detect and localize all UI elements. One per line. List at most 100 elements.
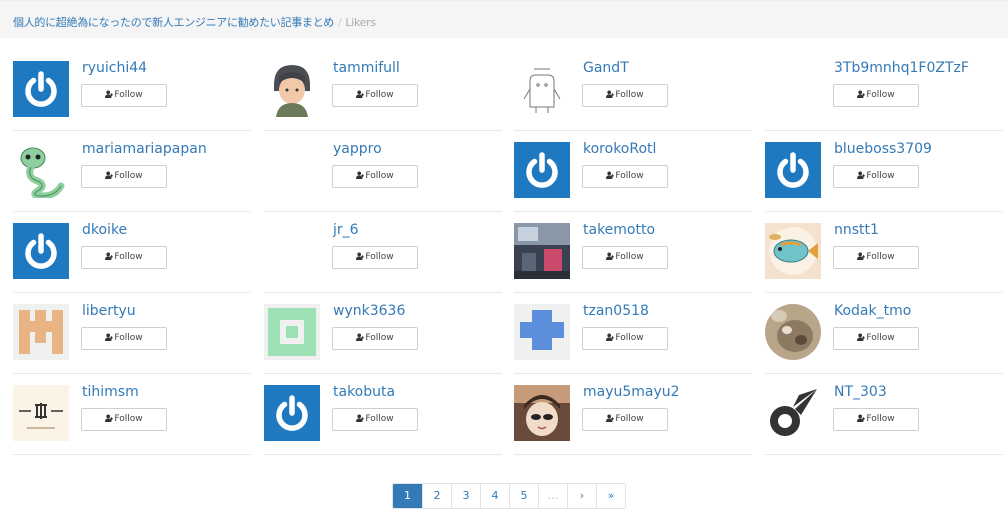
user-avatar[interactable] — [264, 304, 320, 360]
liker-card: mariamariapapan Follow — [13, 131, 251, 212]
liker-card: wynk3636 Follow — [264, 293, 502, 374]
row-divider — [514, 454, 752, 455]
liker-card: 3Tb9mnhq1F0ZTzF Follow — [765, 50, 1003, 131]
follow-button[interactable]: Follow — [833, 84, 919, 107]
page-2-button[interactable]: 2 — [422, 484, 451, 508]
follow-button[interactable]: Follow — [582, 165, 668, 188]
follow-button[interactable]: Follow — [81, 327, 167, 350]
username-link[interactable]: libertyu — [82, 303, 136, 320]
follow-button[interactable]: Follow — [81, 165, 167, 188]
liker-card: Kodak_tmo Follow — [765, 293, 1003, 374]
username-link[interactable]: tzan0518 — [583, 303, 649, 320]
user-avatar[interactable] — [514, 223, 570, 279]
user-avatar[interactable] — [765, 304, 821, 360]
username-link[interactable]: mariamariapapan — [82, 141, 207, 158]
user-avatar[interactable] — [264, 61, 320, 117]
liker-card: tzan0518 Follow — [514, 293, 752, 374]
username-link[interactable]: NT_303 — [834, 384, 887, 401]
follow-button[interactable]: Follow — [833, 327, 919, 350]
follow-button[interactable]: Follow — [81, 84, 167, 107]
username-link[interactable]: Kodak_tmo — [834, 303, 911, 320]
liker-card: nnstt1 Follow — [765, 212, 1003, 293]
follow-label: Follow — [615, 414, 644, 424]
follow-label: Follow — [365, 171, 394, 181]
follow-button[interactable]: Follow — [833, 408, 919, 431]
follow-label: Follow — [114, 171, 143, 181]
likers-row: tihimsm Follow takobuta Follow mayu5mayu2 Fol… — [0, 374, 1008, 455]
user-avatar[interactable] — [514, 385, 570, 441]
user-avatar[interactable] — [765, 61, 821, 117]
liker-card: tammifull Follow — [264, 50, 502, 131]
row-divider — [264, 454, 502, 455]
follow-button[interactable]: Follow — [81, 408, 167, 431]
page-5-button[interactable]: 5 — [509, 484, 538, 508]
liker-card: tihimsm Follow — [13, 374, 251, 455]
user-avatar[interactable] — [13, 223, 69, 279]
user-avatar[interactable] — [13, 385, 69, 441]
username-link[interactable]: blueboss3709 — [834, 141, 932, 158]
username-link[interactable]: ryuichi44 — [82, 60, 147, 77]
follow-button[interactable]: Follow — [833, 246, 919, 269]
user-avatar[interactable] — [13, 142, 69, 198]
likers-row: dkoike Follow jr_6 Follow takemotto Follow nns… — [0, 212, 1008, 293]
likers-row: libertyu Follow wynk3636 Follow tzan0518 Foll… — [0, 293, 1008, 374]
username-link[interactable]: dkoike — [82, 222, 127, 239]
user-avatar[interactable] — [514, 304, 570, 360]
user-avatar[interactable] — [765, 223, 821, 279]
page-1-button[interactable]: 1 — [393, 484, 422, 508]
row-divider — [13, 454, 251, 455]
user-avatar[interactable] — [13, 304, 69, 360]
follow-label: Follow — [866, 333, 895, 343]
user-avatar[interactable] — [264, 142, 320, 198]
page-3-button[interactable]: 3 — [451, 484, 480, 508]
username-link[interactable]: 3Tb9mnhq1F0ZTzF — [834, 60, 969, 77]
user-avatar[interactable] — [514, 142, 570, 198]
follow-label: Follow — [365, 414, 394, 424]
username-link[interactable]: mayu5mayu2 — [583, 384, 680, 401]
follow-label: Follow — [114, 252, 143, 262]
liker-card: libertyu Follow — [13, 293, 251, 374]
likers-grid: ryuichi44 Follow tammifull Follow GandT Follo… — [0, 50, 1008, 455]
liker-card: korokoRotl Follow — [514, 131, 752, 212]
follow-button[interactable]: Follow — [81, 246, 167, 269]
liker-card: dkoike Follow — [13, 212, 251, 293]
username-link[interactable]: tammifull — [333, 60, 400, 77]
username-link[interactable]: takobuta — [333, 384, 395, 401]
liker-card: blueboss3709 Follow — [765, 131, 1003, 212]
username-link[interactable]: GandT — [583, 60, 629, 77]
follow-button[interactable]: Follow — [582, 408, 668, 431]
user-avatar[interactable] — [264, 385, 320, 441]
follow-button[interactable]: Follow — [332, 246, 418, 269]
user-avatar[interactable] — [765, 385, 821, 441]
follow-button[interactable]: Follow — [332, 408, 418, 431]
username-link[interactable]: takemotto — [583, 222, 655, 239]
follow-label: Follow — [615, 90, 644, 100]
user-avatar[interactable] — [514, 61, 570, 117]
breadcrumb-article-link[interactable]: 個人的に超絶為になったので新人エンジニアに勧めたい記事まとめ — [13, 16, 334, 29]
username-link[interactable]: nnstt1 — [834, 222, 879, 239]
liker-card: GandT Follow — [514, 50, 752, 131]
username-link[interactable]: jr_6 — [333, 222, 359, 239]
follow-button[interactable]: Follow — [833, 165, 919, 188]
user-avatar[interactable] — [264, 223, 320, 279]
username-link[interactable]: tihimsm — [82, 384, 139, 401]
follow-label: Follow — [365, 252, 394, 262]
likers-row: mariamariapapan Follow yappro Follow korokoR… — [0, 131, 1008, 212]
user-avatar[interactable] — [765, 142, 821, 198]
username-link[interactable]: yappro — [333, 141, 382, 158]
last-page-button[interactable]: » — [596, 484, 625, 508]
user-avatar[interactable] — [13, 61, 69, 117]
liker-card: yappro Follow — [264, 131, 502, 212]
follow-button[interactable]: Follow — [332, 165, 418, 188]
follow-label: Follow — [114, 333, 143, 343]
follow-label: Follow — [866, 90, 895, 100]
page-4-button[interactable]: 4 — [480, 484, 509, 508]
next-page-button[interactable]: › — [567, 484, 596, 508]
follow-button[interactable]: Follow — [332, 84, 418, 107]
follow-button[interactable]: Follow — [582, 84, 668, 107]
follow-button[interactable]: Follow — [582, 327, 668, 350]
username-link[interactable]: wynk3636 — [333, 303, 405, 320]
follow-button[interactable]: Follow — [582, 246, 668, 269]
follow-button[interactable]: Follow — [332, 327, 418, 350]
username-link[interactable]: korokoRotl — [583, 141, 656, 158]
